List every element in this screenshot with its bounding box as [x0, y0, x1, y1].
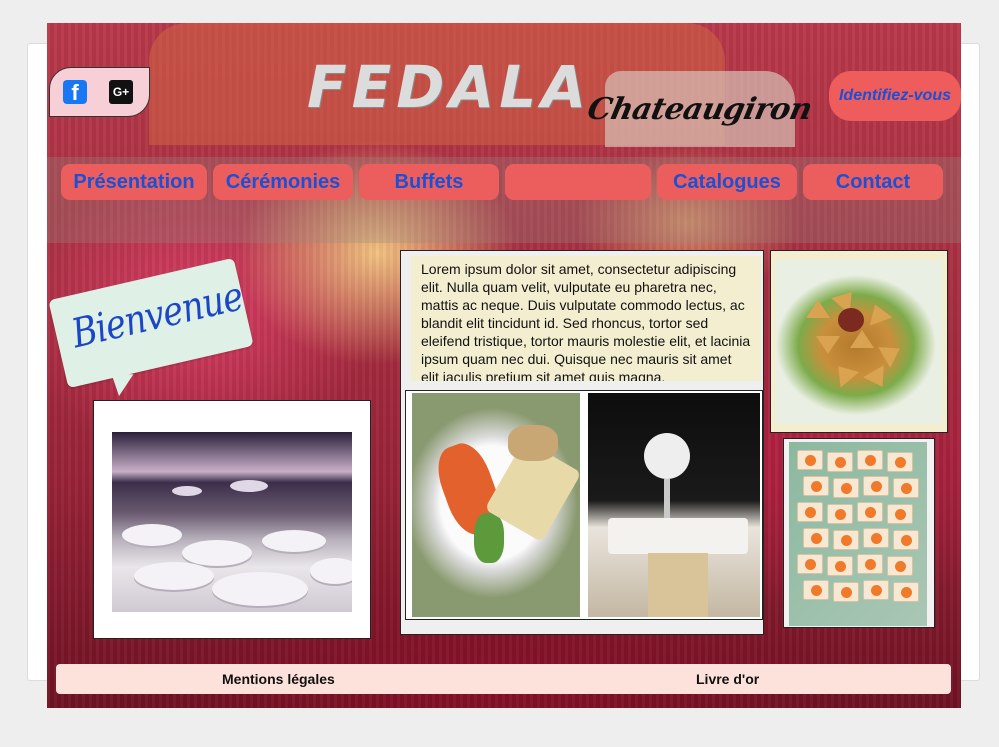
- canape-platter-image: [789, 442, 927, 626]
- page-stage: FEDALA f G+ Chateaugiron Identifiez-vous…: [47, 23, 961, 708]
- nav-item-ceremonies[interactable]: Cérémonies: [213, 164, 353, 200]
- samosa-platter-image: [776, 260, 942, 424]
- sandwich-photo-frame: [783, 438, 935, 628]
- social-links: f G+: [49, 67, 150, 117]
- photo-gallery-row: [405, 390, 763, 620]
- city-banner: Chateaugiron: [585, 71, 815, 147]
- facebook-icon[interactable]: f: [63, 80, 87, 104]
- legal-notice-link[interactable]: Mentions légales: [222, 671, 335, 687]
- welcome-text: Bienvenue: [67, 273, 247, 358]
- nav-item-contact[interactable]: Contact: [803, 164, 943, 200]
- main-nav: Présentation Cérémonies Buffets Catalogu…: [61, 164, 943, 200]
- site-title: FEDALA: [307, 53, 592, 121]
- samosa-photo-frame: [770, 250, 948, 433]
- content-panel: Lorem ipsum dolor sit amet, consectetur …: [400, 250, 764, 635]
- plated-dish-image: [412, 393, 580, 617]
- city-name: Chateaugiron: [584, 91, 816, 127]
- table-decoration-image: [588, 393, 760, 617]
- nav-item-empty[interactable]: [505, 164, 651, 200]
- guestbook-link[interactable]: Livre d'or: [696, 671, 759, 687]
- venue-photo-frame: [93, 400, 371, 639]
- nav-item-presentation[interactable]: Présentation: [61, 164, 207, 200]
- google-plus-icon[interactable]: G+: [109, 80, 133, 104]
- login-button[interactable]: Identifiez-vous: [829, 71, 961, 121]
- venue-hall-image: [112, 432, 352, 612]
- footer-bar: Mentions légales Livre d'or: [56, 664, 951, 694]
- nav-item-catalogues[interactable]: Catalogues: [657, 164, 797, 200]
- nav-item-buffets[interactable]: Buffets: [359, 164, 499, 200]
- intro-text: Lorem ipsum dolor sit amet, consectetur …: [411, 256, 761, 381]
- welcome-bubble: Bienvenue: [48, 257, 254, 389]
